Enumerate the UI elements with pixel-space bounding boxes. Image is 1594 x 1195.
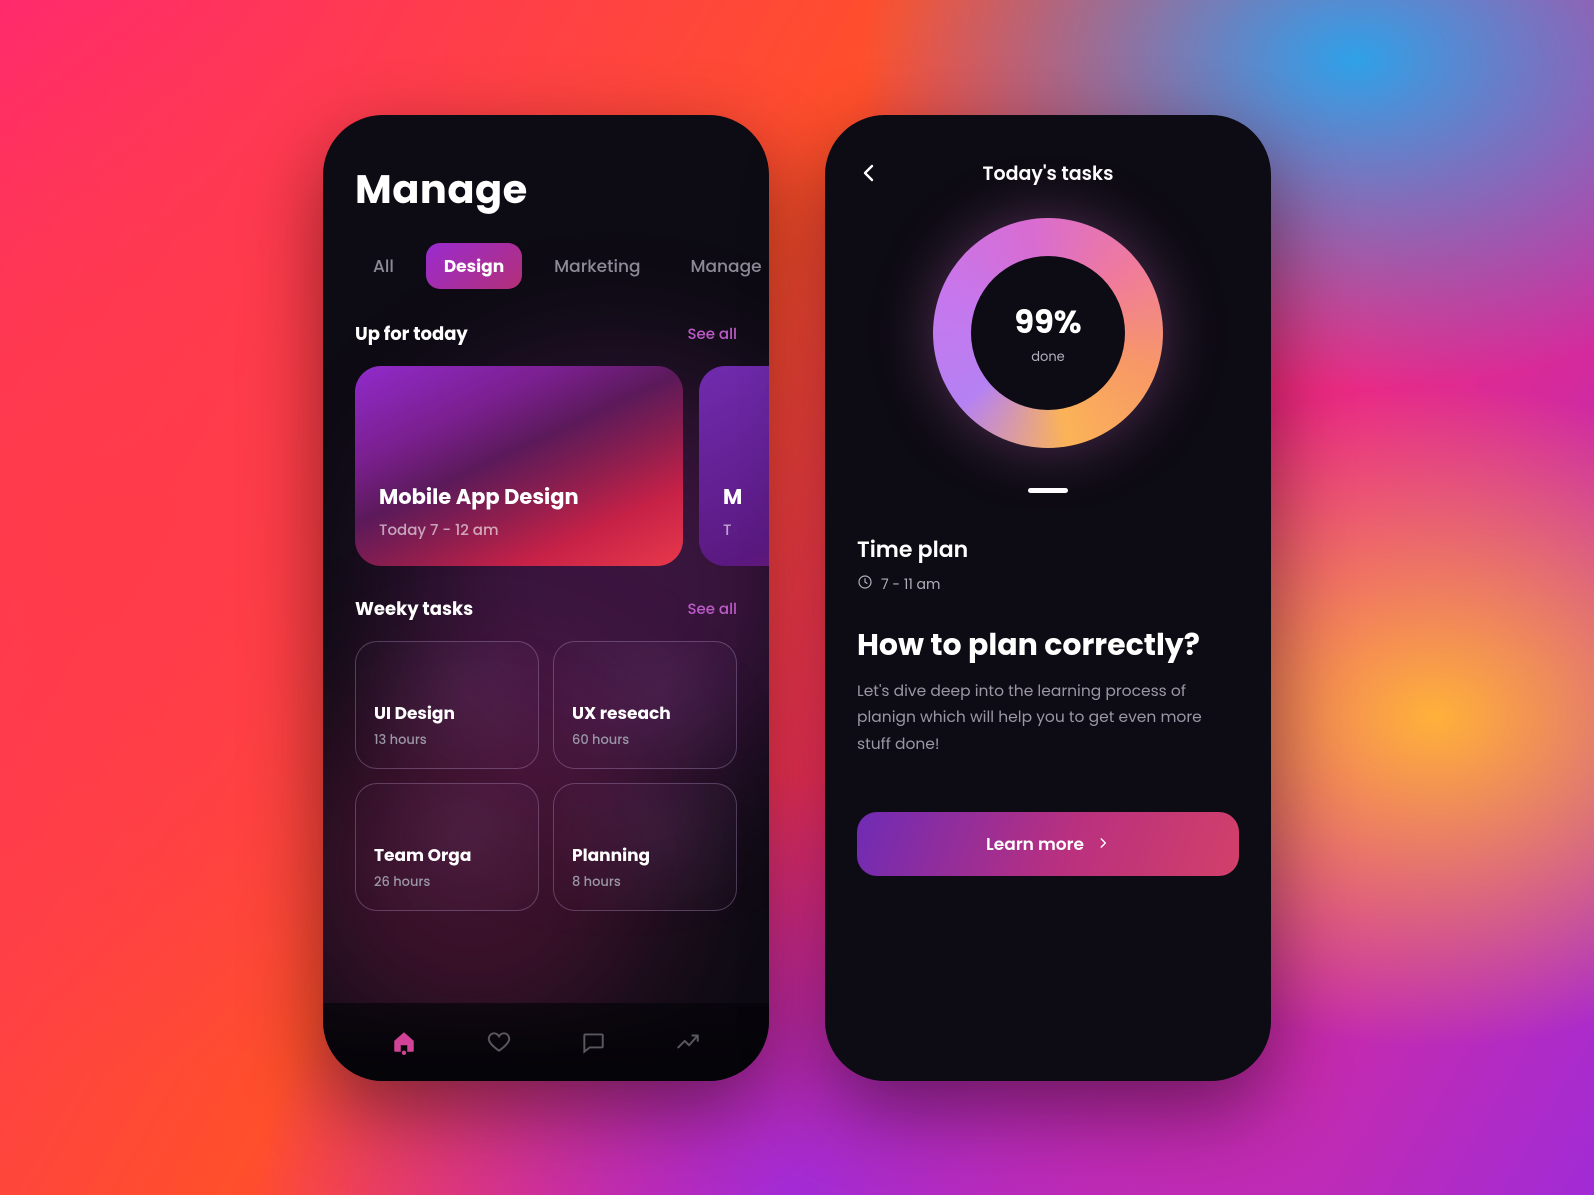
tab-marketing[interactable]: Marketing bbox=[536, 243, 658, 289]
task-hours: 8 hours bbox=[572, 872, 718, 892]
task-hours: 60 hours bbox=[572, 730, 718, 750]
page-title: Manage bbox=[355, 159, 737, 219]
drag-handle[interactable] bbox=[1028, 488, 1068, 493]
today-cards-row: Mobile App Design Today 7 - 12 am M T bbox=[355, 366, 737, 566]
todays-tasks-title: Today's tasks bbox=[857, 159, 1239, 188]
today-card[interactable]: Mobile App Design Today 7 - 12 am bbox=[355, 366, 683, 566]
task-card[interactable]: UI Design 13 hours bbox=[355, 641, 539, 769]
home-icon[interactable] bbox=[390, 1028, 418, 1056]
up-for-today-heading: Up for today bbox=[355, 321, 468, 348]
task-card[interactable]: Planning 8 hours bbox=[553, 783, 737, 911]
see-all-weeky[interactable]: See all bbox=[687, 598, 737, 621]
phone-manage: Manage All Design Marketing Manage Up fo… bbox=[323, 115, 769, 1081]
task-title: UX reseach bbox=[572, 700, 718, 726]
task-hours: 26 hours bbox=[374, 872, 520, 892]
task-title: Planning bbox=[572, 842, 718, 868]
tab-design[interactable]: Design bbox=[426, 243, 522, 289]
weeky-grid: UI Design 13 hours UX reseach 60 hours T… bbox=[355, 641, 737, 911]
see-all-today[interactable]: See all bbox=[687, 323, 737, 346]
progress-ring: 99% done bbox=[933, 218, 1163, 448]
today-card[interactable]: M T bbox=[699, 366, 769, 566]
card-title: Mobile App Design bbox=[379, 482, 659, 513]
article-body: Let's dive deep into the learning proces… bbox=[857, 679, 1239, 758]
timeplan-range: 7 - 11 am bbox=[881, 574, 940, 595]
card-time: T bbox=[723, 519, 769, 542]
category-tabs: All Design Marketing Manage bbox=[355, 243, 737, 289]
tab-all[interactable]: All bbox=[355, 243, 412, 289]
phone-today: Today's tasks 99% done Time plan 7 bbox=[825, 115, 1271, 1081]
trend-icon[interactable] bbox=[674, 1028, 702, 1056]
card-time: Today 7 - 12 am bbox=[379, 519, 659, 542]
tab-manage[interactable]: Manage bbox=[673, 243, 770, 289]
clock-icon bbox=[857, 574, 873, 596]
timeplan-heading: Time plan bbox=[857, 533, 1239, 566]
learn-more-label: Learn more bbox=[986, 831, 1084, 857]
task-title: UI Design bbox=[374, 700, 520, 726]
task-card[interactable]: UX reseach 60 hours bbox=[553, 641, 737, 769]
card-title: M bbox=[723, 482, 769, 513]
article-title: How to plan correctly? bbox=[857, 626, 1239, 664]
task-title: Team Orga bbox=[374, 842, 520, 868]
task-hours: 13 hours bbox=[374, 730, 520, 750]
bottom-nav bbox=[323, 1003, 769, 1081]
weeky-heading: Weeky tasks bbox=[355, 596, 473, 623]
task-card[interactable]: Team Orga 26 hours bbox=[355, 783, 539, 911]
chevron-right-icon bbox=[1096, 831, 1110, 857]
progress-percent: 99% bbox=[1014, 299, 1081, 347]
learn-more-button[interactable]: Learn more bbox=[857, 812, 1239, 876]
progress-label: done bbox=[1014, 347, 1081, 367]
chat-icon[interactable] bbox=[579, 1028, 607, 1056]
heart-icon[interactable] bbox=[485, 1028, 513, 1056]
